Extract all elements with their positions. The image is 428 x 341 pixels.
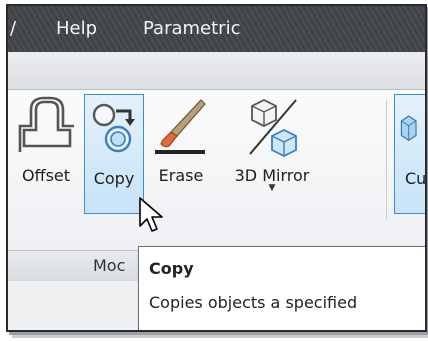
dropdown-arrow-icon[interactable]: ▼ <box>269 183 276 193</box>
offset-label: Offset <box>21 166 71 185</box>
copy-label: Copy <box>93 169 135 188</box>
box-icon <box>400 115 417 141</box>
mouse-cursor-icon <box>139 197 163 232</box>
panel-separator <box>386 100 387 220</box>
tooltip-title: Copy <box>149 259 194 278</box>
autocad-window: / Help Parametric Offset Copy Erase 3D M… <box>6 4 427 332</box>
ribbon-panel: Offset Copy Erase 3D Mirror ▼ Cu <box>8 90 425 250</box>
menu-item-parametric[interactable]: Parametric <box>143 18 240 39</box>
3d-mirror-icon <box>249 98 297 158</box>
tooltip-description: Copies objects a specified <box>149 293 358 312</box>
copy-icon <box>92 103 135 153</box>
offset-icon <box>18 96 74 152</box>
copy-button[interactable]: Copy <box>84 94 144 214</box>
offset-button[interactable]: Offset <box>10 92 82 242</box>
erase-icon <box>155 99 206 154</box>
cu-button[interactable]: Cu <box>394 94 427 214</box>
3d-mirror-button[interactable]: 3D Mirror ▼ <box>222 92 322 242</box>
menu-item-help[interactable]: Help <box>56 18 97 39</box>
menu-bar: / Help Parametric <box>8 6 425 52</box>
panel-title: Moc <box>93 256 126 275</box>
erase-label: Erase <box>158 166 204 185</box>
ribbon-tab-strip <box>8 52 425 90</box>
cu-label: Cu <box>405 169 427 188</box>
menu-item-fragment[interactable]: / <box>10 18 16 39</box>
copy-tooltip: Copy Copies objects a specified <box>138 246 425 330</box>
